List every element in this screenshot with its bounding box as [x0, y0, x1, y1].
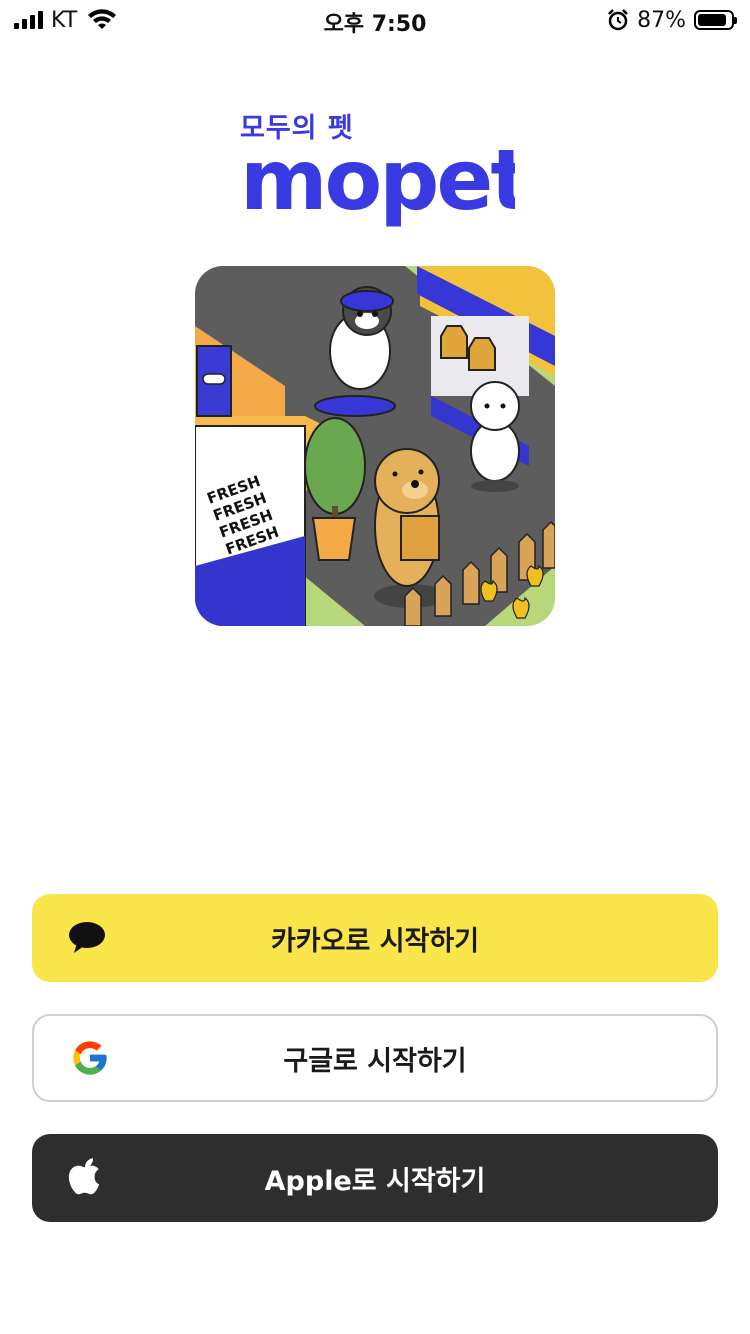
kakao-login-label: 카카오로 시작하기	[270, 925, 480, 957]
hero-illustration: FRESH FRESH FRESH FRESH	[195, 266, 555, 626]
kakao-chat-icon	[68, 921, 106, 955]
apple-login-label: Apple로 시작하기	[264, 1165, 486, 1197]
battery-percent: 87%	[637, 7, 686, 33]
battery-icon	[694, 10, 737, 30]
kakao-login-button[interactable]: 카카오로 시작하기	[32, 894, 718, 982]
google-login-label: 구글로 시작하기	[283, 1045, 467, 1077]
google-login-button[interactable]: 구글로 시작하기	[32, 1014, 718, 1102]
apple-login-button[interactable]: Apple로 시작하기	[32, 1134, 718, 1222]
svg-text:mopet: mopet	[240, 139, 515, 227]
brand-logo: 모두의 펫 mopet	[240, 106, 532, 231]
apple-logo-icon	[68, 1158, 102, 1198]
alarm-icon	[608, 9, 628, 31]
google-g-icon	[70, 1038, 110, 1078]
battery-fill	[698, 14, 726, 26]
status-bar: KT 오후 7:50 87%	[0, 0, 750, 40]
brand-wordmark: mopet	[240, 131, 532, 229]
